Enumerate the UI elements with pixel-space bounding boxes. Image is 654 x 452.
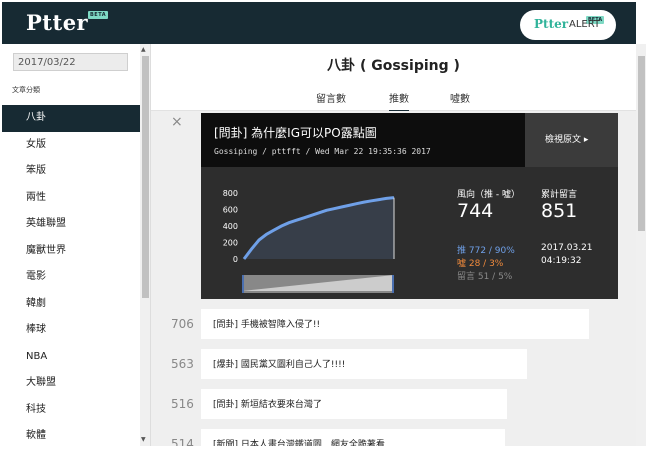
sidebar-category-item[interactable]: 科技	[2, 397, 140, 424]
tab-boos[interactable]: 噓數	[450, 90, 470, 110]
post-count: 706	[171, 317, 194, 331]
ptter-logo[interactable]: Ptter BETA	[26, 10, 109, 35]
sidebar-category-item[interactable]: 笨版	[2, 158, 140, 185]
post-count: 514	[171, 437, 194, 446]
featured-post-card: [問卦] 為什麼IG可以PO露點圖 Gossiping / pttfft / W…	[201, 113, 618, 299]
sidebar-category-item[interactable]: 兩性	[2, 185, 140, 212]
alert-label: ALERT	[569, 19, 601, 30]
card-header: [問卦] 為什麼IG可以PO露點圖 Gossiping / pttfft / W…	[201, 113, 618, 167]
featured-title[interactable]: [問卦] 為什麼IG可以PO露點圖	[214, 124, 377, 141]
tab-pushes[interactable]: 推數	[389, 90, 409, 112]
main-scrollbar[interactable]	[636, 44, 646, 446]
post-item[interactable]: [爆卦] 國民黨又圖利自己人了!!!!	[201, 349, 527, 379]
total-label: 累計留言	[541, 190, 578, 200]
boo-stat: 噓 28 / 3%	[457, 259, 504, 269]
post-count: 516	[171, 397, 194, 411]
category-heading: 文章分類	[12, 86, 40, 94]
scroll-down-icon[interactable]: ▼	[141, 436, 146, 443]
push-stat: 推 772 / 90%	[457, 246, 515, 256]
post-title[interactable]: [新聞] 日本人畫台灣鐵道圖 網友全跪著看	[213, 437, 385, 446]
y-tick-label: 800	[223, 189, 238, 198]
logo-text: Ptter	[26, 10, 89, 35]
total-value: 851	[541, 200, 578, 222]
scroll-up-icon[interactable]: ▲	[141, 46, 146, 53]
top-bar: Ptter BETA Ptter BETA ALERT	[2, 2, 636, 44]
post-title[interactable]: [問卦] 手機被智障入侵了!!	[213, 317, 320, 330]
y-tick-label: 0	[233, 255, 238, 264]
sidebar-category-item[interactable]: NBA	[2, 344, 140, 371]
post-date: 2017.03.21	[541, 243, 593, 253]
sidebar: 文章分類 八卦女版笨版兩性英雄聯盟魔獸世界電影韓劇棒球NBA大聯盟科技軟體 ▲ …	[2, 44, 151, 446]
post-title[interactable]: [問卦] 新垣結衣要來台灣了	[213, 397, 322, 410]
trend-chart: 800 600 400 200 0	[223, 189, 395, 293]
sidebar-category-item[interactable]: 軟體	[2, 423, 140, 446]
post-item[interactable]: [新聞] 日本人畫台灣鐵道圖 網友全跪著看	[201, 429, 505, 446]
range-handle-left[interactable]	[242, 275, 244, 293]
sidebar-category-item[interactable]: 棒球	[2, 317, 140, 344]
date-input[interactable]	[13, 53, 128, 71]
alert-logo-text: Ptter	[534, 17, 569, 31]
main-scroll-thumb[interactable]	[638, 56, 645, 231]
tab-comments[interactable]: 留言數	[316, 90, 346, 110]
beta-badge: BETA	[88, 11, 109, 19]
sidebar-category-item[interactable]: 英雄聯盟	[2, 211, 140, 238]
sidebar-category-item[interactable]: 電影	[2, 264, 140, 291]
stats-panel: 800 600 400 200 0 風向（推 - 噓） 744 累計留言 851 推 7…	[201, 167, 618, 299]
y-tick-label: 200	[223, 239, 238, 248]
ptter-alert-button[interactable]: Ptter BETA ALERT	[520, 10, 616, 40]
board-title: 八卦 ( Gossiping )	[327, 58, 460, 74]
y-tick-label: 600	[223, 206, 238, 215]
direction-label: 風向（推 - 噓）	[457, 190, 520, 200]
featured-meta: Gossiping / pttfft / Wed Mar 22 19:35:36…	[214, 147, 431, 156]
sidebar-category-item[interactable]: 八卦	[2, 105, 140, 132]
close-icon[interactable]: ×	[171, 114, 183, 130]
sidebar-category-item[interactable]: 大聯盟	[2, 370, 140, 397]
sidebar-category-item[interactable]: 韓劇	[2, 291, 140, 318]
view-original-button[interactable]: 檢視原文 ▸	[525, 113, 618, 167]
board-header: 八卦 ( Gossiping ) 留言數 推數 噓數	[151, 44, 636, 112]
post-list-area: × [問卦] 為什麼IG可以PO露點圖 Gossiping / pttfft /…	[151, 111, 636, 446]
sidebar-scroll-thumb[interactable]	[142, 56, 149, 298]
sidebar-category-item[interactable]: 魔獸世界	[2, 238, 140, 265]
sidebar-scrollbar[interactable]: ▲ ▼	[140, 44, 150, 446]
trend-area	[244, 197, 394, 259]
post-time: 04:19:32	[541, 256, 582, 266]
post-title[interactable]: [爆卦] 國民黨又圖利自己人了!!!!	[213, 357, 345, 370]
category-list: 八卦 女版 笨版 兩性 英雄聯盟 魔獸世界 電影 韓劇 棒球 NBA 大聯盟 科技 軟體	[2, 105, 140, 446]
neutral-stat: 留言 51 / 5%	[457, 272, 513, 282]
sidebar-category-item[interactable]: 女版	[2, 132, 140, 159]
range-handle-right[interactable]	[392, 275, 394, 293]
direction-value: 744	[457, 200, 494, 222]
post-item[interactable]: [問卦] 手機被智障入侵了!!	[201, 309, 589, 339]
y-tick-label: 400	[223, 222, 238, 231]
post-item[interactable]: [問卦] 新垣結衣要來台灣了	[201, 389, 507, 419]
post-count: 563	[171, 357, 194, 371]
